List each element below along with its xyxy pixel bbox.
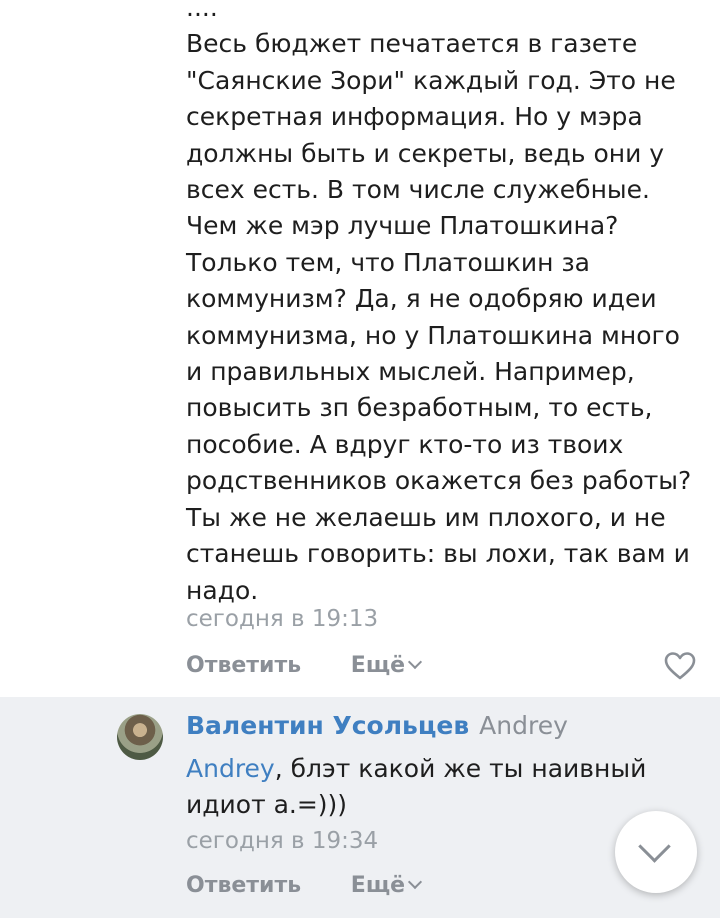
comment-line: Весь бюджет печатается в газете <box>186 29 638 59</box>
comment-valentin: Валентин Усольцев Andrey Andrey, блэт как… <box>0 697 720 918</box>
comment-line: Только тем, что Платошкин за <box>186 247 590 277</box>
comment-text: Andrey, блэт какой же ты наивный идиот а… <box>186 751 646 824</box>
comment-header: Валентин Усольцев Andrey <box>186 709 568 743</box>
comment-timestamp: сегодня в 19:34 <box>186 828 379 854</box>
mention-link[interactable]: Andrey <box>186 754 275 783</box>
reply-button[interactable]: Ответить <box>186 653 301 678</box>
comment-line: .... <box>186 0 218 22</box>
more-button[interactable]: Ещё <box>350 873 423 898</box>
comment-line: коммунизма, но у Платошкина много <box>186 320 680 350</box>
comment-text: .... Весь бюджет печатается в газете "Са… <box>186 0 691 609</box>
comment-timestamp: сегодня в 19:13 <box>186 606 379 632</box>
author-name[interactable]: Валентин Усольцев <box>186 711 469 740</box>
heart-outline-icon[interactable] <box>664 651 696 681</box>
chevron-down-icon <box>408 874 423 890</box>
chevron-down-icon <box>408 654 423 670</box>
comment-line: коммунизм? Да, я не одобряю идеи <box>186 284 657 314</box>
comment-line: родственников окажется без работы? <box>186 466 692 496</box>
comment-andrey: .... Весь бюджет печатается в газете "Са… <box>0 0 720 697</box>
reply-button[interactable]: Ответить <box>186 873 301 898</box>
comment-line: Andrey, блэт какой же ты наивный <box>186 751 646 787</box>
comment-line: станешь говорить: вы лохи, так вам и <box>186 539 690 569</box>
comment-line: должны быть и секреты, ведь они у <box>186 138 665 168</box>
comment-line: Чем же мэр лучше Платошкина? <box>186 211 619 241</box>
scroll-down-button[interactable] <box>615 811 697 893</box>
avatar[interactable] <box>117 714 163 760</box>
comment-line-text: , блэт какой же ты наивный <box>274 754 647 783</box>
comment-line: идиот а.=))) <box>186 790 348 820</box>
comment-line: и правильных мыслей. Например, <box>186 357 635 387</box>
comment-line: "Саянские Зори" каждый год. Это не <box>186 65 676 95</box>
chevron-down-icon <box>638 830 671 863</box>
comment-line: надо. <box>186 575 259 605</box>
comment-actions: Ответить Ещё <box>186 873 423 898</box>
comment-actions: Ответить Ещё <box>186 653 423 678</box>
comment-line: пособие. А вдруг кто-то из твоих <box>186 429 624 459</box>
reply-to-name[interactable]: Andrey <box>479 711 568 740</box>
comment-line: повысить зп безработным, то есть, <box>186 393 653 423</box>
more-label: Ещё <box>350 873 406 898</box>
comment-line: секретная информация. Но у мэра <box>186 102 643 132</box>
comment-line: Ты же не желаешь им плохого, и не <box>186 502 666 532</box>
more-label: Ещё <box>350 653 406 678</box>
more-button[interactable]: Ещё <box>350 653 423 678</box>
comment-line: всех есть. В том числе служебные. <box>186 175 651 205</box>
